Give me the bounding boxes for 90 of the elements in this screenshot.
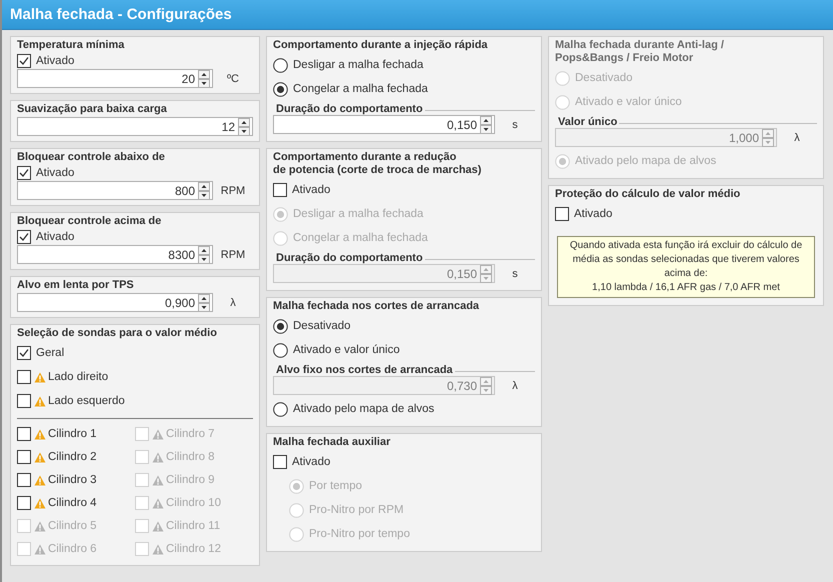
checkbox-label: Cilindro 6	[48, 543, 97, 555]
radio-label: Ativado e valor único	[293, 344, 400, 356]
spinner-icon[interactable]	[480, 116, 492, 134]
radio-button[interactable]	[273, 342, 288, 358]
radio-label: Pro-Nitro por tempo	[309, 528, 410, 540]
checkbox[interactable]	[273, 455, 287, 469]
checkbox-label: Cilindro 11	[166, 520, 220, 532]
checkbox-label: Cilindro 9	[166, 474, 215, 486]
checkbox-label: Cilindro 12	[166, 543, 221, 555]
radio-label: Por tempo	[309, 480, 362, 492]
panel-title: Proteção do cálculo de valor médio	[555, 188, 742, 201]
radio-label: Desativado	[575, 72, 633, 84]
checkbox-label: Cilindro 5	[48, 520, 97, 532]
number-field[interactable]: 0,900	[17, 293, 213, 312]
checkbox[interactable]	[17, 230, 31, 244]
checkbox[interactable]	[17, 473, 31, 487]
radio-label: Desligar a malha fechada	[293, 208, 424, 220]
number-field[interactable]: 8300	[17, 245, 213, 264]
checkbox-label: Cilindro 1	[48, 428, 97, 440]
checkbox-label: Cilindro 2	[48, 451, 97, 463]
radio-label: Desligar a malha fechada	[293, 59, 424, 71]
checkbox-label: Cilindro 10	[166, 497, 221, 509]
checkbox-label: Geral	[36, 347, 64, 359]
unit-label: λ	[511, 380, 519, 392]
unit-label: s	[511, 268, 519, 280]
spinner-icon[interactable]	[198, 294, 210, 312]
spinner-icon[interactable]	[238, 118, 250, 136]
checkbox-label: Ativado	[574, 208, 612, 220]
info-note: Quando ativada esta função irá excluir do cálculo de média as sondas selecionadas que tiverem valores acima de: 1,10 lambda / 16,1 AFR gas / 7,0 AFR met	[557, 236, 815, 298]
panel-title: Malha fechada auxiliar	[273, 436, 392, 449]
checkbox[interactable]	[17, 166, 31, 180]
panel-title: Temperatura mínima	[17, 39, 126, 52]
panel-title: Seleção de sondas para o valor médio	[17, 327, 218, 340]
checkbox[interactable]	[273, 183, 287, 197]
panel-title: Bloquear controle abaixo de	[17, 151, 166, 164]
panel-title: Malha fechada durante Anti-lag / Pops&Bangs / Freio Motor	[555, 39, 725, 65]
unit-label: ºC	[226, 72, 240, 84]
radio-button[interactable]	[273, 318, 288, 334]
number-field[interactable]: 0,150	[273, 115, 495, 134]
checkbox-label: Ativado	[36, 54, 74, 66]
checkbox-label: Lado direito	[48, 371, 108, 383]
radio-label: Desativado	[293, 320, 351, 332]
checkbox-label: Cilindro 3	[48, 474, 97, 486]
unit-label: λ	[793, 132, 801, 144]
radio-label: Congelar a malha fechada	[293, 83, 428, 95]
checkbox-label: Cilindro 8	[166, 451, 215, 463]
panel-title: Comportamento durante a injeção rápida	[273, 39, 489, 52]
checkbox[interactable]	[17, 54, 31, 68]
number-field[interactable]: 800	[17, 181, 213, 200]
number-field[interactable]: 12	[17, 117, 253, 136]
panel-title: Suavização para baixa carga	[17, 103, 168, 116]
radio-button[interactable]	[273, 402, 288, 416]
number-field[interactable]: 20	[17, 69, 213, 88]
checkbox-label: Ativado	[292, 184, 330, 196]
radio-label: Pro-Nitro por RPM	[309, 504, 404, 516]
checkbox[interactable]	[17, 346, 31, 360]
field-caption: Duração do comportamento	[276, 103, 423, 115]
checkbox[interactable]	[17, 394, 31, 408]
panel-title: Alvo em lenta por TPS	[17, 279, 135, 292]
checkbox-label: Lado esquerdo	[48, 395, 125, 407]
unit-label: λ	[229, 296, 237, 308]
checkbox-label: Cilindro 7	[166, 428, 215, 440]
checkbox[interactable]	[17, 450, 31, 464]
panel-title: Malha fechada nos cortes de arrancada	[273, 300, 480, 313]
radio-label: Congelar a malha fechada	[293, 232, 428, 244]
radio-button[interactable]	[273, 82, 288, 96]
spinner-icon[interactable]	[198, 182, 210, 200]
checkbox-label: Cilindro 4	[48, 497, 97, 509]
field-caption: Valor único	[558, 116, 618, 128]
radio-label: Ativado e valor único	[575, 96, 682, 108]
spinner-icon[interactable]	[198, 246, 210, 264]
panel-title: Bloquear controle acima de	[17, 215, 162, 228]
field-caption: Alvo fixo nos cortes de arrancada	[276, 364, 453, 376]
unit-label: RPM	[220, 248, 246, 260]
radio-button[interactable]	[273, 58, 288, 72]
unit-label: s	[511, 118, 519, 130]
window-title: Malha fechada - Configurações	[10, 6, 232, 23]
checkbox-label: Ativado	[36, 166, 74, 178]
field-caption: Duração do comportamento	[276, 252, 423, 264]
panel-title: Comportamento durante a redução de potencia (corte de troca de marchas)	[273, 151, 482, 177]
checkbox[interactable]	[17, 496, 31, 510]
radio-label: Ativado pelo mapa de alvos	[293, 403, 434, 415]
spinner-icon[interactable]	[198, 70, 210, 88]
checkbox[interactable]	[17, 427, 31, 441]
checkbox-label: Ativado	[292, 456, 330, 468]
radio-label: Ativado pelo mapa de alvos	[575, 155, 716, 167]
unit-label: RPM	[220, 184, 246, 196]
checkbox[interactable]	[17, 370, 31, 384]
checkbox[interactable]	[555, 207, 569, 221]
checkbox-label: Ativado	[36, 230, 74, 242]
